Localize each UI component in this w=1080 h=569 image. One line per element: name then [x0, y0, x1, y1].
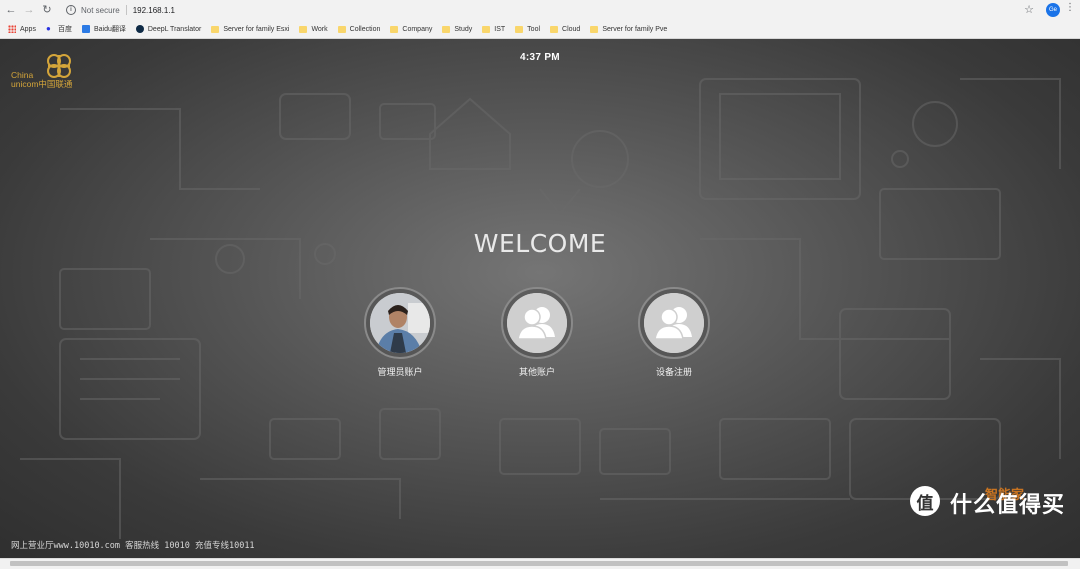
apps-icon — [8, 25, 16, 33]
baidu-translate-icon — [81, 25, 90, 33]
bookmark-label: Apps — [20, 25, 36, 33]
bookmark-folder-tool[interactable]: Tool — [515, 25, 541, 33]
avatar-ring[interactable] — [501, 287, 573, 359]
address-separator — [125, 5, 127, 15]
admin-photo-avatar[interactable] — [370, 293, 430, 353]
account-device-register[interactable]: 设备注册 — [629, 287, 719, 378]
browser-toolbar: ← → ↻ i Not secure 192.168.1.1 ☆ Ge ⋮ — [0, 0, 1080, 20]
folder-icon — [550, 25, 559, 33]
account-admin[interactable]: 管理员账户 — [355, 287, 445, 378]
bookmark-label: Study — [454, 25, 473, 33]
bookmark-folder-pve[interactable]: Server for family Pve — [590, 25, 668, 33]
url-text[interactable]: 192.168.1.1 — [133, 6, 175, 15]
logo-text-line2: unicom中国联通 — [11, 79, 73, 89]
bookmark-folder-work[interactable]: Work — [299, 25, 328, 33]
folder-icon — [515, 25, 524, 33]
users-icon[interactable] — [644, 293, 704, 353]
back-arrow-icon[interactable]: ← — [4, 3, 18, 17]
account-label[interactable]: 设备注册 — [629, 365, 719, 378]
bookmark-folder-esxi[interactable]: Server for family Esxi — [211, 25, 290, 33]
bookmark-folder-cloud[interactable]: Cloud — [550, 25, 581, 33]
folder-icon — [590, 25, 599, 33]
bookmark-baidu[interactable]: ● 百度 — [46, 24, 72, 34]
menu-kebab-icon[interactable]: ⋮ — [1065, 3, 1075, 13]
horizontal-scrollbar[interactable] — [0, 558, 1080, 569]
profile-avatar[interactable]: Ge — [1046, 3, 1060, 17]
folder-icon — [299, 25, 308, 33]
bookmark-label: Collection — [349, 25, 381, 33]
clock: 4:37 PM — [520, 52, 560, 63]
bookmark-label: Cloud — [562, 25, 581, 33]
folder-icon — [442, 25, 451, 33]
bookmark-label: Baidu翻译 — [93, 26, 126, 33]
account-other[interactable]: 其他账户 — [492, 287, 582, 378]
folder-icon — [337, 25, 346, 33]
info-icon[interactable]: i — [66, 5, 76, 15]
bookmark-label: Company — [402, 25, 433, 33]
footer-hotline-text: 网上营业厅www.10010.com 客服热线 10010 充值专线10011 — [11, 541, 255, 551]
bookmark-folder-company[interactable]: Company — [390, 25, 433, 33]
reload-icon[interactable]: ↻ — [40, 3, 54, 17]
bookmark-folder-collection[interactable]: Collection — [337, 25, 381, 33]
scrollbar-thumb[interactable] — [10, 561, 1068, 566]
bookmarks-bar: Apps ● 百度 Baidu翻译 DeepL Translator Server… — [0, 20, 1080, 39]
forward-arrow-icon[interactable]: → — [22, 3, 36, 17]
bookmark-label: Server for family Pve — [602, 25, 668, 33]
router-login-page: China unicom中国联通 4:37 PM WELCOME 管理员账户 其… — [0, 39, 1080, 558]
logo-text: China unicom中国联通 — [11, 71, 72, 89]
bookmark-label: Server for family Esxi — [223, 25, 290, 33]
watermark-badge: 值 — [910, 486, 940, 516]
address-bar[interactable]: i Not secure 192.168.1.1 — [60, 2, 1045, 18]
bookmark-star-icon[interactable]: ☆ — [1024, 3, 1034, 16]
avatar-ring[interactable] — [364, 287, 436, 359]
bookmark-deepl[interactable]: DeepL Translator — [135, 25, 202, 33]
bookmark-folder-study[interactable]: Study — [442, 25, 473, 33]
account-label[interactable]: 其他账户 — [492, 365, 582, 378]
folder-icon — [211, 25, 220, 33]
bookmark-label: 百度 — [57, 26, 72, 33]
bookmark-label: DeepL Translator — [147, 25, 202, 33]
baidu-icon: ● — [45, 24, 51, 33]
avatar-ring[interactable] — [638, 287, 710, 359]
bookmark-label: Work — [311, 25, 328, 33]
bookmark-folder-ist[interactable]: IST — [482, 25, 506, 33]
watermark-text: 什么值得买 — [950, 492, 1066, 517]
folder-icon — [390, 25, 399, 33]
users-icon[interactable] — [507, 293, 567, 353]
folder-icon — [482, 25, 491, 33]
welcome-heading: WELCOME — [473, 229, 607, 258]
account-label[interactable]: 管理员账户 — [355, 365, 445, 378]
bookmark-baidu-translate[interactable]: Baidu翻译 — [81, 24, 126, 34]
security-label: Not secure — [81, 5, 120, 15]
bookmark-label: Tool — [527, 25, 541, 33]
bookmark-label: IST — [494, 25, 506, 33]
bookmark-apps[interactable]: Apps — [8, 25, 36, 33]
deepl-icon — [135, 25, 144, 33]
